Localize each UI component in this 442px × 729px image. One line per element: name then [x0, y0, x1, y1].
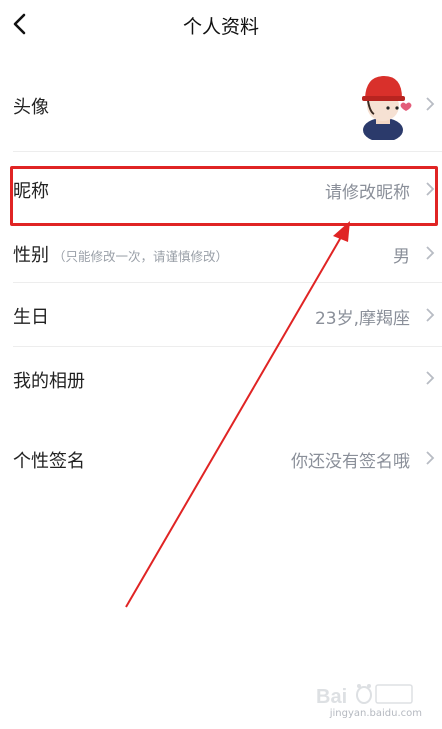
birthday-label: 生日 — [13, 307, 49, 328]
chevron-right-icon — [426, 451, 435, 465]
avatar[interactable] — [352, 70, 414, 140]
signature-row[interactable]: 个性签名 你还没有签名哦 — [0, 426, 442, 486]
page-title: 个人资料 — [182, 16, 259, 38]
gender-label: 性别 （只能修改一次，请谨慎修改） — [13, 241, 228, 267]
gender-label-text: 性别 — [13, 245, 49, 266]
highlight-box — [10, 166, 438, 226]
gender-hint: （只能修改一次，请谨慎修改） — [53, 249, 229, 264]
chevron-right-icon — [426, 246, 435, 260]
top-bar: 个人资料 — [0, 0, 442, 50]
watermark-url: jingyan.baidu.com — [329, 708, 422, 719]
album-row[interactable]: 我的相册 — [0, 348, 442, 408]
divider — [13, 282, 442, 283]
gender-row[interactable]: 性别 （只能修改一次，请谨慎修改） 男 — [0, 226, 442, 282]
chevron-right-icon — [426, 371, 435, 385]
birthday-row[interactable]: 生日 23岁,摩羯座 — [0, 284, 442, 344]
divider — [13, 346, 442, 347]
gender-value: 男 — [393, 247, 410, 267]
birthday-value: 23岁,摩羯座 — [314, 309, 410, 329]
chevron-right-icon — [426, 308, 435, 322]
avatar-label: 头像 — [13, 97, 49, 118]
chevron-right-icon — [426, 97, 435, 111]
divider — [13, 151, 442, 152]
album-label: 我的相册 — [13, 371, 85, 392]
svg-text:Bai: Bai — [316, 686, 347, 708]
signature-label: 个性签名 — [13, 451, 85, 472]
signature-value: 你还没有签名哦 — [291, 452, 410, 472]
